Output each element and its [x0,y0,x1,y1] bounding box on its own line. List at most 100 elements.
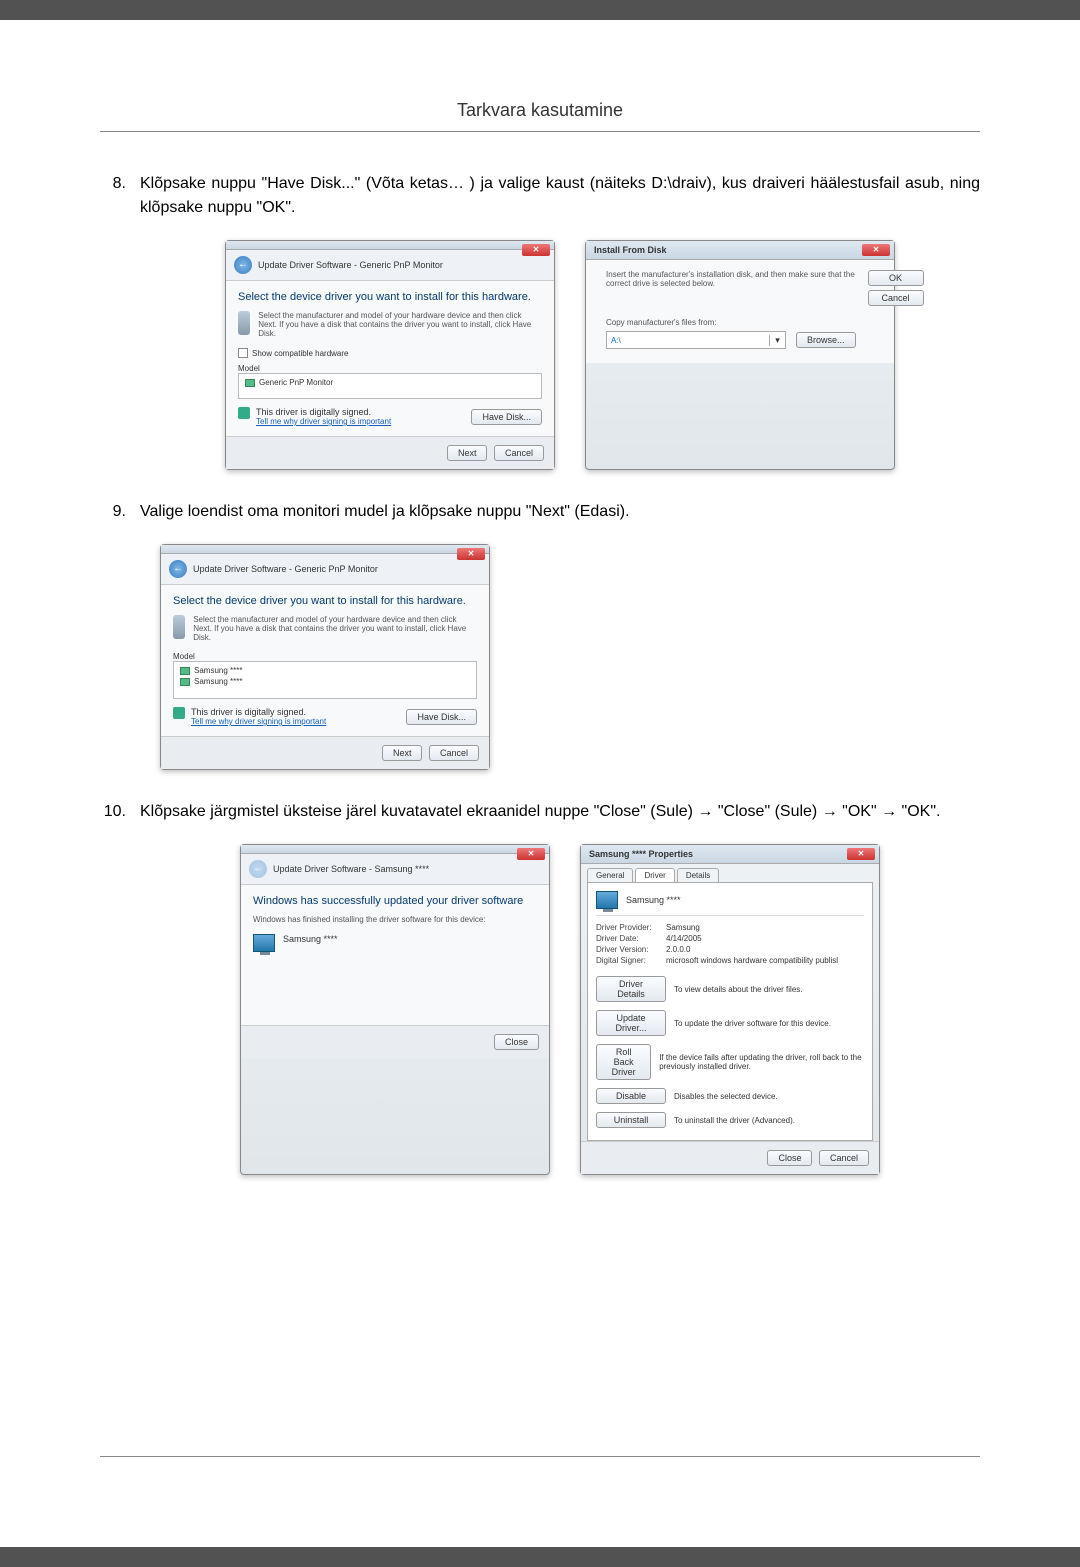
close-button[interactable]: Close [767,1150,812,1166]
instruction-text: Select the manufacturer and model of you… [193,615,477,642]
back-icon: ← [249,860,267,878]
tab-general[interactable]: General [587,868,633,882]
have-disk-button[interactable]: Have Disk... [406,709,477,725]
compat-label: Show compatible hardware [252,349,349,358]
cancel-button[interactable]: Cancel [819,1150,869,1166]
step-8: 8. Klõpsake nuppu "Have Disk..." (Võta k… [100,172,980,220]
driver-details-button[interactable]: Driver Details [596,976,666,1002]
list-item-label: Samsung **** [194,677,242,686]
close-icon[interactable]: ✕ [847,848,875,860]
update-driver-button[interactable]: Update Driver... [596,1010,666,1036]
update-driver-text: To update the driver software for this d… [674,1019,831,1028]
breadcrumb: Update Driver Software - Samsung **** [273,864,429,874]
cancel-button[interactable]: Cancel [494,445,544,461]
signed-text: This driver is digitally signed. [191,707,326,717]
page-title: Tarkvara kasutamine [100,100,980,121]
driver-details-text: To view details about the driver files. [674,985,803,994]
nav-bar: ← Update Driver Software - Generic PnP M… [161,554,489,585]
rollback-button[interactable]: Roll Back Driver [596,1044,651,1080]
disk-icon [238,311,250,335]
date-key: Driver Date: [596,934,666,943]
dialog-heading: Select the device driver you want to ins… [238,291,542,303]
model-list[interactable]: Generic PnP Monitor [238,373,542,399]
step-number: 8. [100,172,140,220]
window-titlebar: ✕ [241,845,549,854]
version-value: 2.0.0.0 [666,945,690,954]
provider-key: Driver Provider: [596,923,666,932]
signing-link[interactable]: Tell me why driver signing is important [191,717,326,726]
list-item-label: Generic PnP Monitor [259,378,333,387]
signed-text: This driver is digitally signed. [256,407,391,417]
window-titlebar: ✕ [161,545,489,554]
cancel-button[interactable]: Cancel [868,290,924,306]
step-number: 9. [100,500,140,524]
chevron-down-icon[interactable]: ▾ [769,335,785,346]
close-icon[interactable]: ✕ [862,244,890,256]
monitor-icon [596,891,618,909]
title-text: Samsung **** Properties [589,849,693,859]
update-driver-dialog: ✕ ← Update Driver Software - Generic PnP… [225,240,555,470]
tab-strip: General Driver Details [581,864,879,882]
close-icon[interactable]: ✕ [457,548,485,560]
drive-combobox[interactable]: A:\ ▾ [606,331,786,349]
signing-link[interactable]: Tell me why driver signing is important [256,417,391,426]
provider-value: Samsung [666,923,700,932]
monitor-icon [180,678,190,686]
rollback-text: If the device fails after updating the d… [659,1053,864,1071]
back-icon[interactable]: ← [169,560,187,578]
list-item-label: Samsung **** [194,666,242,675]
shield-icon [173,707,185,719]
title-text: Install From Disk [594,245,667,255]
uninstall-text: To uninstall the driver (Advanced). [674,1116,795,1125]
signer-value: microsoft windows hardware compatibility… [666,956,838,965]
compat-checkbox[interactable] [238,348,248,358]
breadcrumb: Update Driver Software - Generic PnP Mon… [193,564,378,574]
have-disk-button[interactable]: Have Disk... [471,409,542,425]
list-item[interactable]: Generic PnP Monitor [245,377,535,388]
browse-button[interactable]: Browse... [796,332,856,348]
dialog-heading: Select the device driver you want to ins… [173,595,477,607]
close-button[interactable]: Close [494,1034,539,1050]
drive-value: A:\ [607,336,769,345]
document-page: Tarkvara kasutamine 8. Klõpsake nuppu "H… [0,20,1080,1547]
signer-key: Digital Signer: [596,956,666,965]
tab-driver[interactable]: Driver [635,868,674,882]
monitor-icon [180,667,190,675]
back-icon[interactable]: ← [234,256,252,274]
properties-dialog: Samsung **** Properties ✕ General Driver… [580,844,880,1175]
step-10-screenshots: ✕ ← Update Driver Software - Samsung ***… [140,844,980,1175]
next-button[interactable]: Next [382,745,423,761]
step-9-screenshots: ✕ ← Update Driver Software - Generic PnP… [160,544,980,770]
list-item[interactable]: Samsung **** [180,665,470,676]
step-10: 10. Klõpsake järgmistel üksteise järel k… [100,800,980,824]
disk-icon [173,615,185,639]
monitor-icon [253,934,275,952]
step-text: Klõpsake järgmistel üksteise järel kuvat… [140,800,980,824]
date-value: 4/14/2005 [666,934,702,943]
tab-details[interactable]: Details [677,868,719,882]
close-icon[interactable]: ✕ [522,244,550,256]
next-button[interactable]: Next [447,445,488,461]
disable-button[interactable]: Disable [596,1088,666,1104]
cancel-button[interactable]: Cancel [429,745,479,761]
ok-button[interactable]: OK [868,270,924,286]
device-name: Samsung **** [626,895,681,905]
divider [100,131,980,132]
uninstall-button[interactable]: Uninstall [596,1112,666,1128]
close-icon[interactable]: ✕ [517,848,545,860]
model-list[interactable]: Samsung **** Samsung **** [173,661,477,699]
step-number: 10. [100,800,140,824]
monitor-icon [245,379,255,387]
update-success-dialog: ✕ ← Update Driver Software - Samsung ***… [240,844,550,1175]
nav-bar: ← Update Driver Software - Samsung **** [241,854,549,885]
device-name: Samsung **** [283,934,338,944]
disable-text: Disables the selected device. [674,1092,778,1101]
window-titlebar: Samsung **** Properties ✕ [581,845,879,864]
nav-bar: ← Update Driver Software - Generic PnP M… [226,250,554,281]
step-text: Klõpsake nuppu "Have Disk..." (Võta keta… [140,172,980,220]
window-titlebar: Install From Disk ✕ [586,241,894,260]
breadcrumb: Update Driver Software - Generic PnP Mon… [258,260,443,270]
model-label: Model [173,652,477,661]
model-label: Model [238,364,542,373]
list-item[interactable]: Samsung **** [180,676,470,687]
